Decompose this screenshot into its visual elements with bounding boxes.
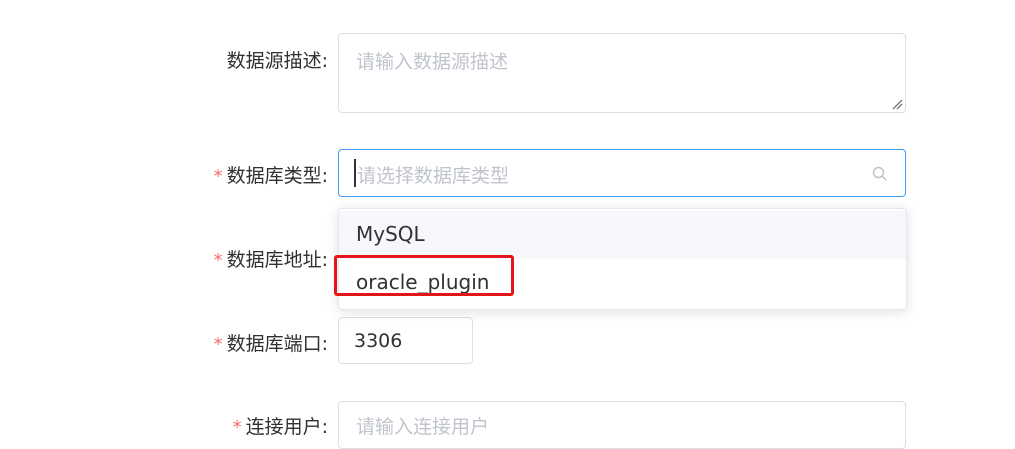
- required-mark: *: [213, 166, 223, 187]
- annotation-highlight-box: [334, 255, 514, 296]
- db-address-label: * 数据库地址:: [213, 249, 328, 271]
- db-type-label: * 数据库类型:: [213, 165, 328, 187]
- required-mark: *: [232, 417, 242, 438]
- conn-user-label: * 连接用户:: [232, 416, 328, 438]
- db-port-value: 3306: [354, 330, 403, 352]
- search-icon: [872, 166, 888, 182]
- db-type-select[interactable]: 请选择数据库类型: [338, 149, 906, 197]
- db-port-input[interactable]: 3306: [338, 317, 473, 364]
- text-caret: [354, 159, 356, 187]
- required-mark: *: [213, 334, 223, 355]
- dropdown-option-mysql[interactable]: MySQL: [339, 211, 906, 259]
- conn-user-input[interactable]: 请输入连接用户: [338, 401, 906, 449]
- required-mark: *: [213, 250, 223, 271]
- db-port-label: * 数据库端口:: [213, 333, 328, 355]
- description-placeholder: 请输入数据源描述: [356, 51, 509, 73]
- resize-handle-icon[interactable]: [891, 98, 903, 110]
- description-textarea[interactable]: 请输入数据源描述: [338, 33, 906, 113]
- conn-user-placeholder: 请输入连接用户: [356, 416, 490, 438]
- description-label: 数据源描述:: [226, 50, 328, 72]
- db-type-placeholder: 请选择数据库类型: [357, 165, 510, 187]
